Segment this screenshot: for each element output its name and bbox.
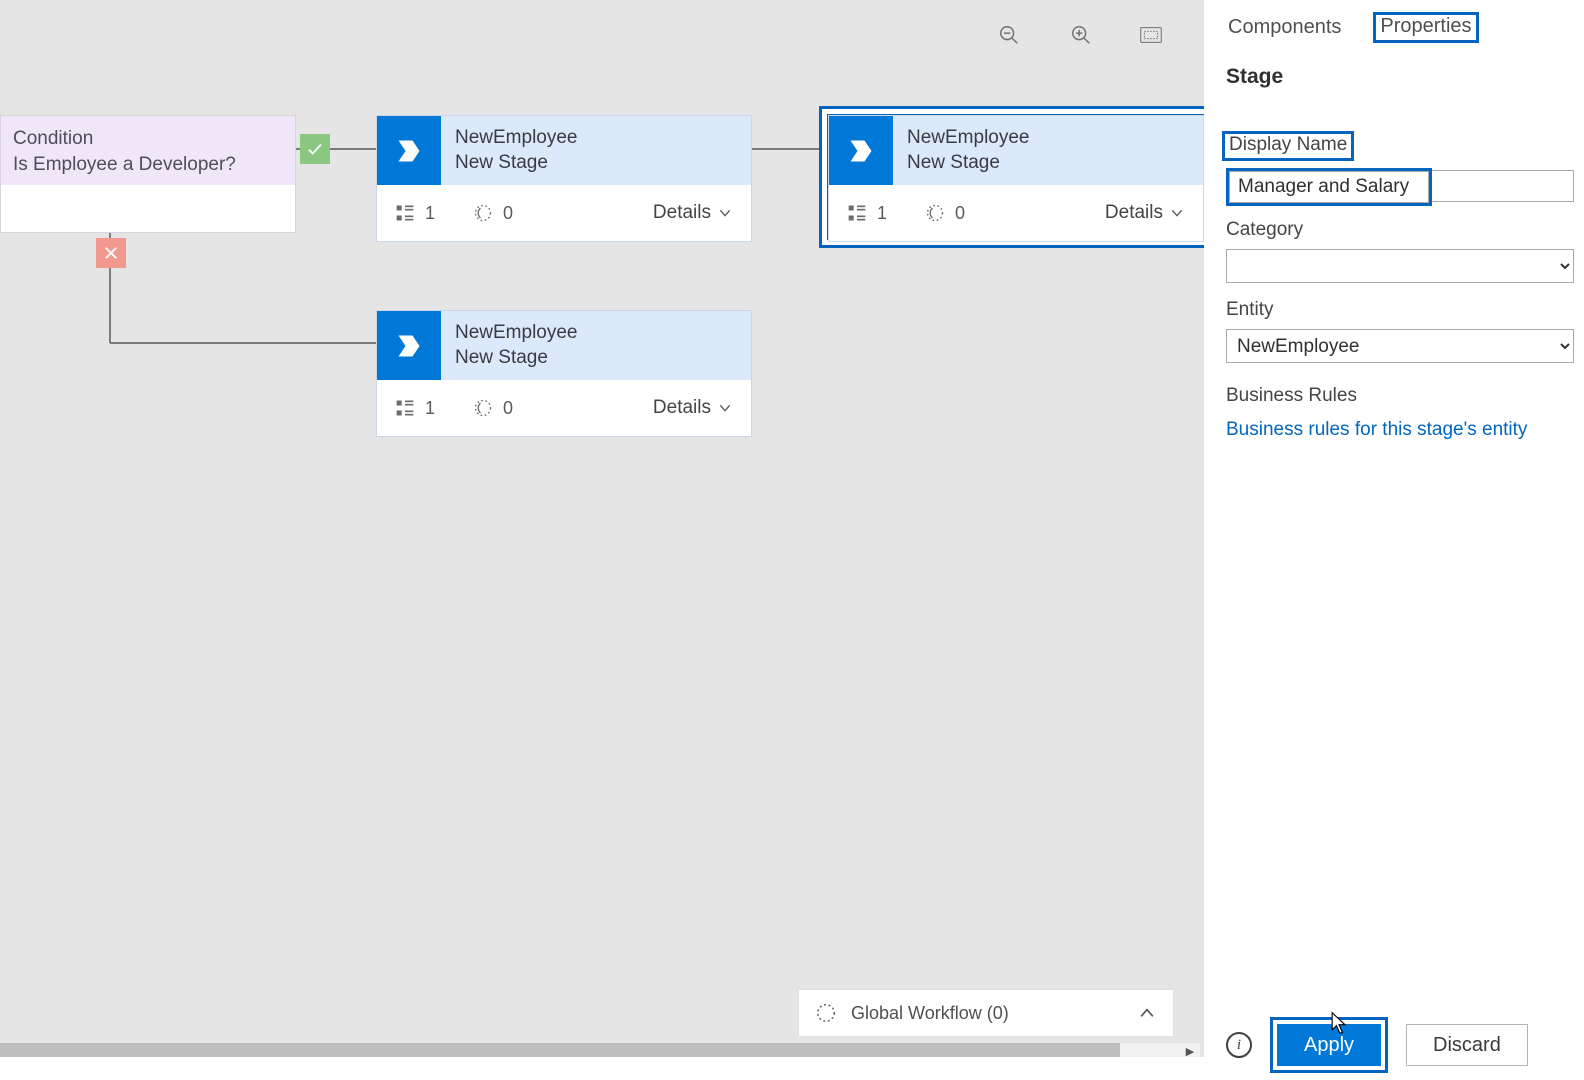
stage-card[interactable]: NewEmployee New Stage 1 0 Details xyxy=(376,310,752,437)
global-workflow-label: Global Workflow (0) xyxy=(851,1003,1009,1024)
condition-node[interactable]: Condition Is Employee a Developer? xyxy=(0,115,296,233)
global-workflow-bar[interactable]: Global Workflow (0) xyxy=(798,989,1174,1037)
stage-card[interactable]: NewEmployee New Stage 1 0 Details xyxy=(376,115,752,242)
stage-header: NewEmployee New Stage xyxy=(829,116,1203,185)
properties-panel: Components Properties Stage Display Name… xyxy=(1204,0,1584,1080)
tab-components[interactable]: Components xyxy=(1226,12,1343,43)
stage-details-toggle[interactable]: Details xyxy=(1105,202,1185,224)
condition-question: Is Employee a Developer? xyxy=(13,152,283,178)
stage-entity: NewEmployee xyxy=(455,321,578,346)
stage-steps-count: 1 xyxy=(395,398,435,419)
condition-no-icon xyxy=(96,238,126,268)
zoom-out-icon[interactable] xyxy=(994,20,1024,50)
entity-select[interactable]: NewEmployee xyxy=(1226,329,1574,363)
display-name-input[interactable] xyxy=(1229,171,1429,203)
stage-flag-icon xyxy=(377,116,441,185)
stage-name: New Stage xyxy=(455,346,578,371)
info-icon[interactable]: i xyxy=(1226,1032,1252,1058)
business-rules-link[interactable]: Business rules for this stage's entity xyxy=(1226,419,1527,441)
zoom-in-icon[interactable] xyxy=(1066,20,1096,50)
category-select[interactable] xyxy=(1226,249,1574,283)
condition-header: Condition Is Employee a Developer? xyxy=(1,116,295,185)
stage-header: NewEmployee New Stage xyxy=(377,311,751,380)
workflow-icon xyxy=(815,1002,837,1024)
apply-button[interactable]: Apply xyxy=(1277,1024,1381,1066)
condition-type-label: Condition xyxy=(13,126,283,152)
fit-to-screen-icon[interactable] xyxy=(1136,20,1166,50)
business-rules-label: Business Rules xyxy=(1226,385,1562,407)
category-label: Category xyxy=(1226,219,1562,241)
stage-workflow-count: 0 xyxy=(925,203,965,224)
stage-flag-icon xyxy=(377,311,441,380)
app-root: Condition Is Employee a Developer? NewEm… xyxy=(0,0,1584,1080)
stage-entity: NewEmployee xyxy=(907,126,1030,151)
entity-label: Entity xyxy=(1226,299,1562,321)
stage-steps-count: 1 xyxy=(395,203,435,224)
chevron-up-icon xyxy=(1137,1003,1157,1023)
stage-name: New Stage xyxy=(455,151,578,176)
stage-flag-icon xyxy=(829,116,893,185)
stage-workflow-count: 0 xyxy=(473,398,513,419)
apply-highlight: Apply xyxy=(1270,1017,1388,1073)
stage-steps-count: 1 xyxy=(847,203,887,224)
stage-details-toggle[interactable]: Details xyxy=(653,202,733,224)
stage-details-toggle[interactable]: Details xyxy=(653,397,733,419)
stage-card-selected[interactable]: NewEmployee New Stage 1 0 Details xyxy=(828,115,1204,242)
panel-section-title: Stage xyxy=(1226,65,1562,89)
designer-canvas[interactable]: Condition Is Employee a Developer? NewEm… xyxy=(0,0,1204,1060)
discard-button[interactable]: Discard xyxy=(1406,1024,1528,1066)
tab-properties[interactable]: Properties xyxy=(1373,12,1478,43)
stage-name: New Stage xyxy=(907,151,1030,176)
stage-header: NewEmployee New Stage xyxy=(377,116,751,185)
stage-workflow-count: 0 xyxy=(473,203,513,224)
display-name-label: Display Name xyxy=(1222,131,1354,161)
condition-yes-icon xyxy=(300,134,330,164)
stage-entity: NewEmployee xyxy=(455,126,578,151)
